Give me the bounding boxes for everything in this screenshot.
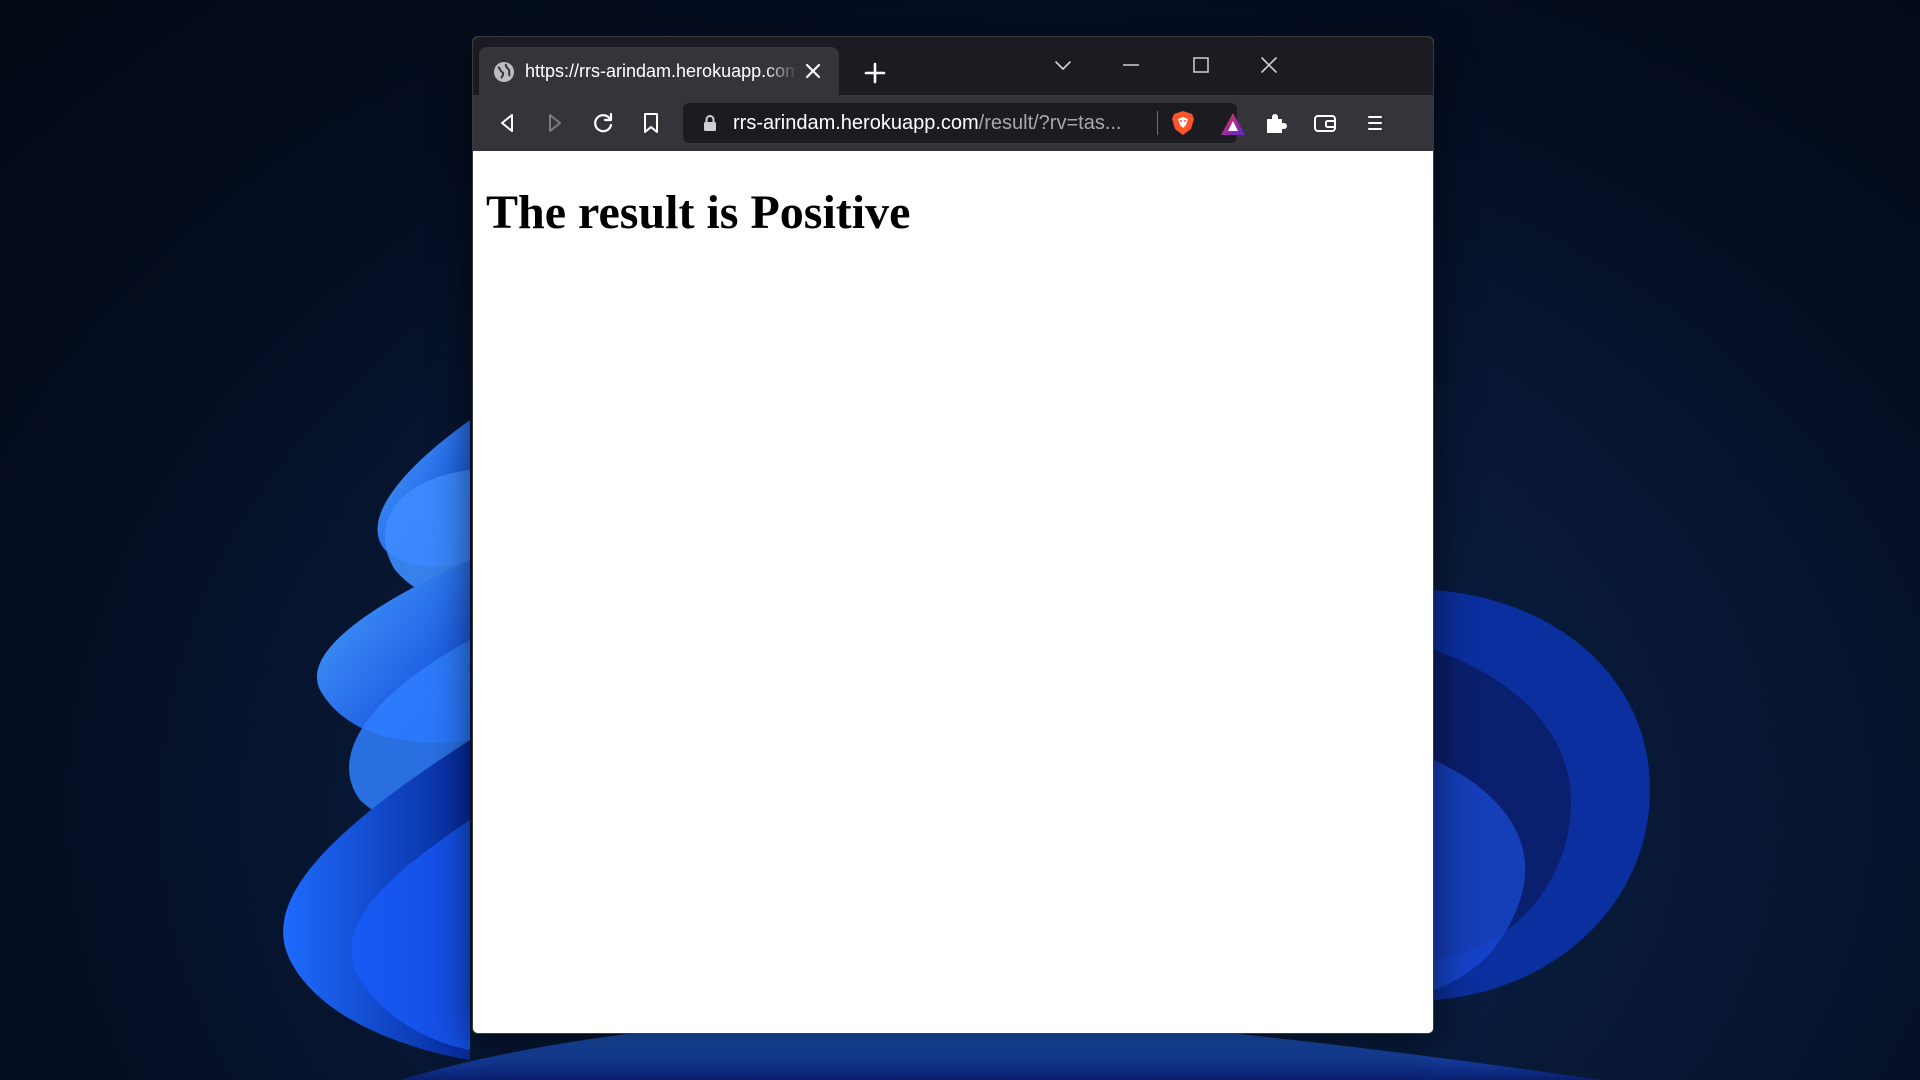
url-host: rrs-arindam.herokuapp.com bbox=[733, 112, 979, 134]
title-bar: https://rrs-arindam.herokuapp.com/result… bbox=[473, 37, 1433, 95]
browser-toolbar: rrs-arindam.herokuapp.com/result/?rv=tas… bbox=[473, 95, 1433, 151]
menu-icon[interactable] bbox=[1359, 107, 1391, 139]
close-window-icon[interactable] bbox=[1249, 45, 1289, 85]
address-bar-divider bbox=[1157, 111, 1158, 135]
url-path: /result/?rv=tas... bbox=[978, 112, 1122, 134]
browser-window: https://rrs-arindam.herokuapp.com/result… bbox=[472, 36, 1434, 1034]
minimize-icon[interactable] bbox=[1111, 45, 1151, 85]
forward-icon[interactable] bbox=[539, 107, 571, 139]
page-heading: The result is Positive bbox=[486, 186, 911, 239]
desktop: https://rrs-arindam.herokuapp.com/result… bbox=[0, 0, 1920, 1080]
brave-shields-icon[interactable] bbox=[1169, 109, 1197, 137]
address-bar[interactable]: rrs-arindam.herokuapp.com/result/?rv=tas… bbox=[683, 103, 1245, 143]
lock-icon[interactable] bbox=[701, 114, 719, 132]
close-icon[interactable] bbox=[803, 61, 823, 81]
wallet-icon[interactable] bbox=[1309, 107, 1341, 139]
globe-icon bbox=[494, 62, 514, 82]
bookmark-icon[interactable] bbox=[635, 107, 667, 139]
chevron-down-icon[interactable] bbox=[1043, 45, 1083, 85]
back-icon[interactable] bbox=[491, 107, 523, 139]
browser-tab[interactable]: https://rrs-arindam.herokuapp.com/result… bbox=[479, 47, 839, 95]
new-tab-button[interactable] bbox=[857, 55, 893, 91]
reload-icon[interactable] bbox=[587, 107, 619, 139]
url-text: rrs-arindam.herokuapp.com/result/?rv=tas… bbox=[733, 111, 1143, 135]
brave-rewards-icon[interactable] bbox=[1219, 111, 1247, 137]
maximize-icon[interactable] bbox=[1181, 45, 1221, 85]
tab-title: https://rrs-arindam.herokuapp.com/result… bbox=[525, 61, 797, 81]
page-content: The result is Positive bbox=[473, 151, 1433, 1033]
extensions-icon[interactable] bbox=[1259, 107, 1291, 139]
